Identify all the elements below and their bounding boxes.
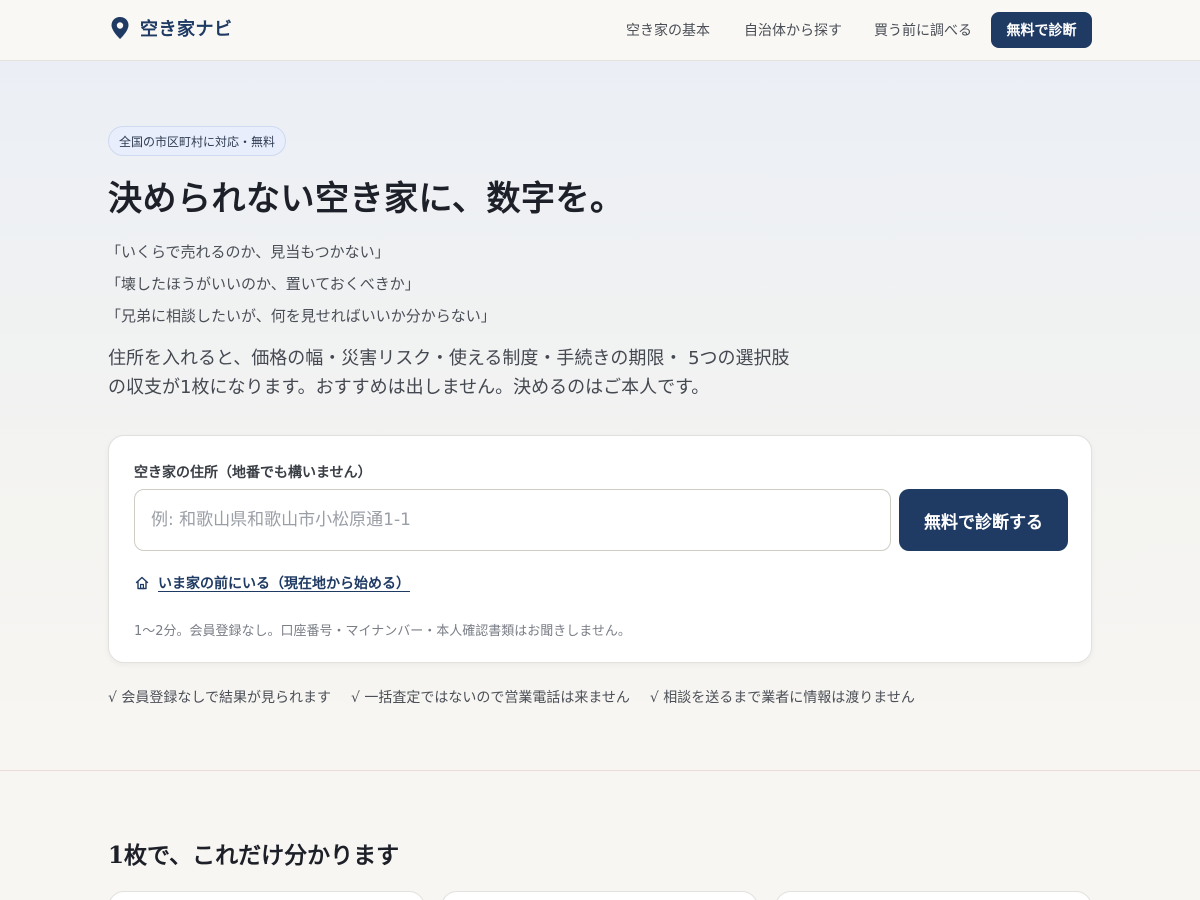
address-form-card: 空き家の住所（地番でも構いません） 無料で診断する いま家の前にいる（現在地から… (108, 435, 1092, 663)
quote-1: 「いくらで売れるのか、見当もつかない」 (106, 243, 390, 261)
nav-item-basics[interactable]: 空き家の基本 (626, 0, 710, 60)
map-pin-icon (111, 17, 129, 39)
nav-link-before-buying[interactable]: 買う前に調べる (874, 20, 972, 40)
diagnose-submit-button[interactable]: 無料で診断する (899, 489, 1068, 551)
quote-2: 「壊したほうがいいのか、置いておくべきか」 (106, 275, 420, 293)
current-location-link[interactable]: いま家の前にいる（現在地から始める） (134, 573, 410, 593)
header-diagnose-button[interactable]: 無料で診断 (991, 12, 1092, 48)
home-icon (135, 576, 149, 590)
trust-item-no-signup: √ 会員登録なしで結果が見られます (108, 690, 331, 706)
hero-description: 住所を入れると、価格の幅・災害リスク・使える制度・手続きの期限・ 5つの選択肢の… (108, 348, 790, 398)
nav-item-before-buying[interactable]: 買う前に調べる (874, 0, 972, 60)
feature-card-3 (775, 891, 1092, 900)
hero-title: 決められない空き家に、数字を。 (108, 179, 625, 219)
current-location-text[interactable]: いま家の前にいる（現在地から始める） (158, 573, 410, 593)
trust-item-no-data-sharing: √ 相談を送るまで業者に情報は渡りません (649, 690, 915, 706)
logo[interactable]: 空き家ナビ (110, 15, 233, 41)
hero-section: 全国の市区町村に対応・無料 決められない空き家に、数字を。 「いくらで売れるのか… (0, 61, 1200, 771)
address-input[interactable] (134, 489, 891, 551)
address-field-label: 空き家の住所（地番でも構いません） (134, 465, 372, 481)
features-section-title: 1枚で、これだけ分かります (108, 842, 400, 869)
site-header: 空き家ナビ 空き家の基本 自治体から探す 買う前に調べる 無料で診断 (0, 0, 1200, 61)
privacy-note: 1〜2分。会員登録なし。口座番号・マイナンバー・本人確認書類はお聞きしません。 (134, 624, 631, 639)
nav-link-municipality[interactable]: 自治体から探す (744, 20, 842, 40)
quote-3: 「兄弟に相談したいが、何を見せればいいか分からない」 (106, 307, 496, 325)
nav-item-municipality[interactable]: 自治体から探す (744, 0, 842, 60)
trust-points: √ 会員登録なしで結果が見られます √ 一括査定ではないので営業電話は来ません … (108, 687, 935, 707)
logo-text: 空き家ナビ (140, 19, 233, 40)
feature-card-2 (441, 891, 758, 900)
coverage-badge: 全国の市区町村に対応・無料 (108, 126, 287, 156)
nav-link-basics[interactable]: 空き家の基本 (626, 20, 710, 40)
feature-card-1 (108, 891, 425, 900)
trust-item-no-sales-calls: √ 一括査定ではないので営業電話は来ません (350, 690, 630, 706)
